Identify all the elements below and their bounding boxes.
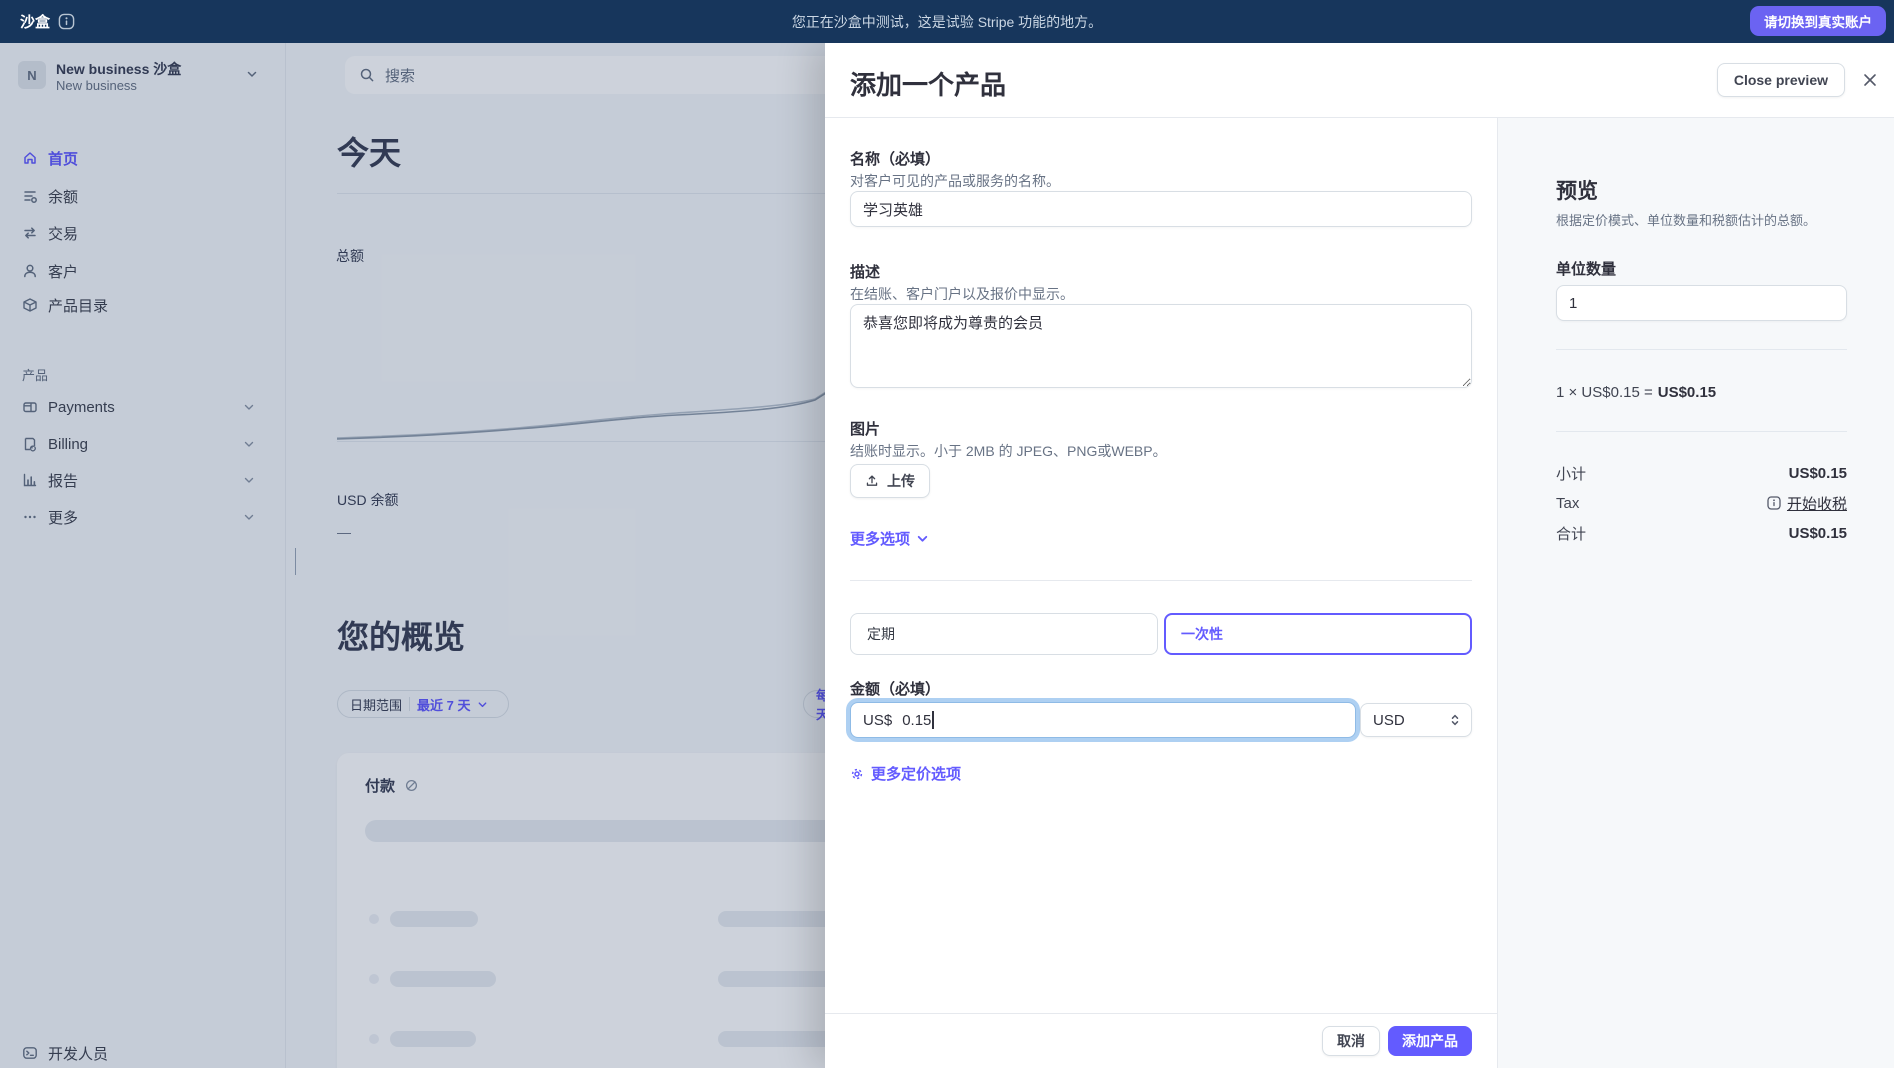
name-help: 对客户可见的产品或服务的名称。 [850,173,1060,189]
amount-input[interactable]: US$ 0.15 [850,702,1356,738]
description-help: 在结账、客户门户以及报价中显示。 [850,286,1074,302]
amount-row: US$ 0.15 USD [850,702,1472,738]
amount-label: 金额（必填） [850,681,941,698]
preview-title: 预览 [1556,180,1598,203]
price-equation: 1 × US$0.15 = US$0.15 [1556,384,1717,401]
description-textarea[interactable]: 恭喜您即将成为尊贵的会员 [850,304,1472,388]
name-label: 名称（必填） [850,151,941,168]
sandbox-message: 您正在沙盒中测试，这是试验 Stripe 功能的地方。 [791,13,1103,30]
upload-button[interactable]: 上传 [850,464,930,498]
amount-value: 0.15 [902,711,932,729]
currency-select[interactable]: USD [1360,703,1472,737]
info-icon[interactable] [58,13,75,30]
quantity-label: 单位数量 [1556,261,1617,278]
divider [1556,431,1847,432]
stripe-dashboard: N New business 沙盒 New business 首页 余额 交易 … [0,0,1894,1068]
description-label: 描述 [850,264,881,281]
recurring-tab[interactable]: 定期 [850,613,1158,655]
info-icon [1767,496,1781,510]
name-input[interactable] [850,191,1472,227]
select-arrows-icon [1449,713,1461,727]
gear-icon [850,767,864,781]
pricing-type-toggle: 定期 一次性 [850,613,1472,655]
close-preview-button[interactable]: Close preview [1716,63,1845,97]
divider [850,580,1472,581]
equation-total: US$0.15 [1657,384,1717,401]
close-icon[interactable] [1860,70,1880,90]
preview-panel: 预览 根据定价模式、单位数量和税额估计的总额。 单位数量 1 × US$0.15… [1497,118,1894,1068]
sandbox-banner: 沙盒 您正在沙盒中测试，这是试验 Stripe 功能的地方。 请切换到真实账户 [0,0,1894,43]
chevron-down-icon [916,532,929,545]
totals: 小计 US$0.15 Tax 开始收税 合计 US$0.15 [1556,458,1847,548]
switch-to-live-button[interactable]: 请切换到真实账户 [1750,6,1886,36]
drawer-title: 添加一个产品 [850,70,1007,100]
upload-icon [865,474,879,488]
image-help: 结账时显示。小于 2MB 的 JPEG、PNG或WEBP。 [850,443,1167,459]
text-cursor [932,711,934,729]
subtotal-row: 小计 US$0.15 [1556,464,1847,483]
more-pricing-options-link[interactable]: 更多定价选项 [850,763,961,784]
cancel-button[interactable]: 取消 [1322,1026,1380,1056]
drawer-footer: 取消 添加产品 [825,1013,1497,1068]
collect-tax-link[interactable]: 开始收税 [1767,493,1847,514]
product-form: 名称（必填） 对客户可见的产品或服务的名称。 描述 在结账、客户门户以及报价中显… [825,118,1497,1068]
more-options-link[interactable]: 更多选项 [850,528,929,549]
quantity-input[interactable] [1556,285,1847,321]
tax-row: Tax 开始收税 [1556,493,1847,514]
total-row: 合计 US$0.15 [1556,524,1847,543]
one-time-tab[interactable]: 一次性 [1164,613,1472,655]
currency-prefix: US$ [863,711,893,729]
preview-subtitle: 根据定价模式、单位数量和税额估计的总额。 [1556,213,1817,228]
drawer-header: 添加一个产品 Close preview [825,43,1894,118]
sandbox-badge: 沙盒 [20,14,51,31]
divider [1556,349,1847,350]
image-label: 图片 [850,421,881,438]
add-product-button[interactable]: 添加产品 [1388,1026,1472,1056]
add-product-drawer: 添加一个产品 Close preview 名称（必填） 对客户可见的产品或服务的… [825,43,1894,1068]
